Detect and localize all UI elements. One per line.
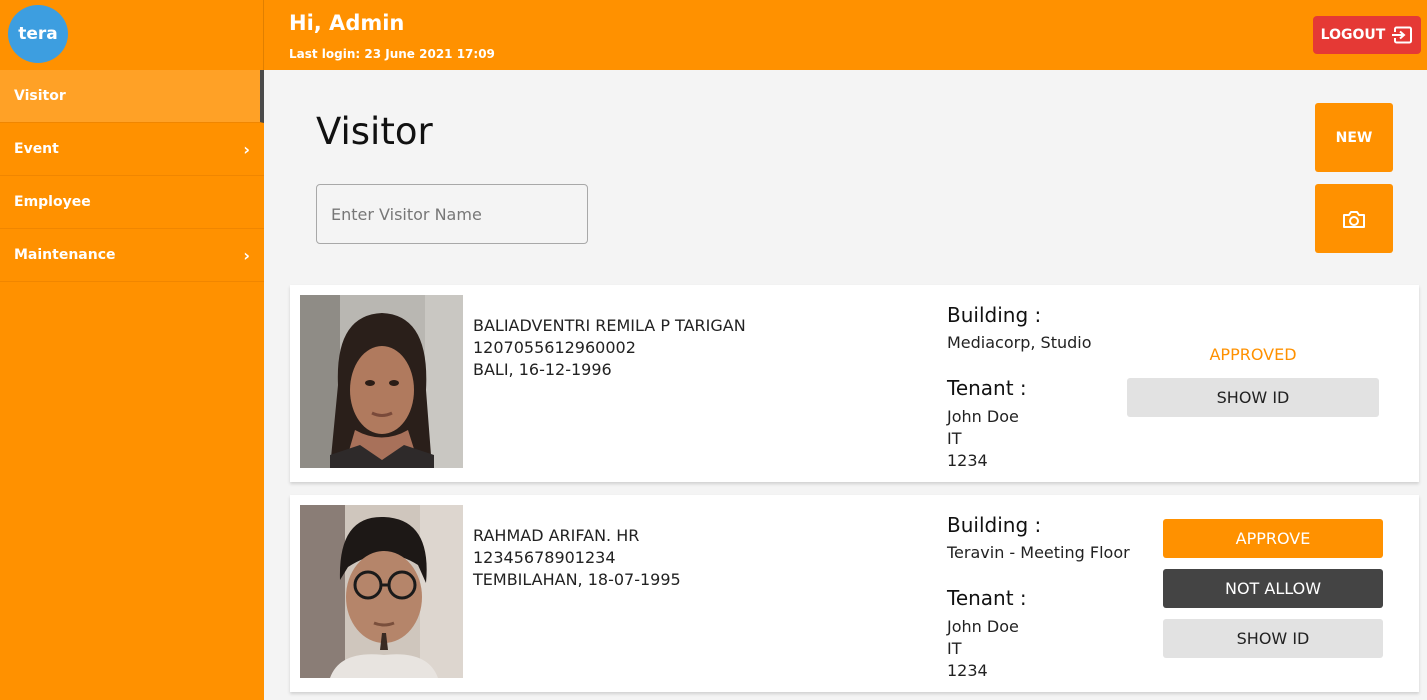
tenant-dept: IT [947, 429, 962, 448]
sidebar-item-event[interactable]: Event › [0, 123, 264, 176]
sidebar-item-label: Employee [14, 194, 91, 210]
visitor-search-input[interactable] [316, 184, 588, 244]
main-content: Visitor NEW BALIADVENTRI REMILA P [264, 70, 1427, 700]
sidebar: Visitor Event › Employee Maintenance › [0, 70, 264, 700]
last-login: Last login: 23 June 2021 17:09 [289, 47, 495, 61]
visitor-info: BALIADVENTRI REMILA P TARIGAN 1207055612… [473, 315, 746, 381]
building-value: Mediacorp, Studio [947, 333, 1092, 352]
show-id-button[interactable]: SHOW ID [1163, 619, 1383, 658]
tenant-name: John Doe [947, 407, 1019, 426]
page-title: Visitor [316, 110, 433, 153]
show-id-button[interactable]: SHOW ID [1127, 378, 1379, 417]
tenant-dept: IT [947, 639, 962, 658]
visitor-photo [300, 505, 463, 678]
visitor-name: RAHMAD ARIFAN. HR [473, 526, 640, 545]
building-label: Building : [947, 303, 1042, 327]
approve-button[interactable]: APPROVE [1163, 519, 1383, 558]
sidebar-item-employee[interactable]: Employee [0, 176, 264, 229]
visitor-card: BALIADVENTRI REMILA P TARIGAN 1207055612… [290, 285, 1419, 482]
camera-icon [1343, 210, 1365, 228]
visitor-photo [300, 295, 463, 468]
tenant-value: John Doe IT 1234 [947, 406, 1019, 472]
visitor-id-number: 1207055612960002 [473, 338, 636, 357]
status-badge: APPROVED [1209, 345, 1297, 364]
visitor-name: BALIADVENTRI REMILA P TARIGAN [473, 316, 746, 335]
visitor-card: RAHMAD ARIFAN. HR 12345678901234 TEMBILA… [290, 495, 1419, 692]
sidebar-item-label: Maintenance [14, 247, 116, 263]
greeting: Hi, Admin [289, 11, 405, 35]
tenant-ext: 1234 [947, 451, 988, 470]
not-allow-button[interactable]: NOT ALLOW [1163, 569, 1383, 608]
tenant-ext: 1234 [947, 661, 988, 680]
logout-button[interactable]: LOGOUT [1313, 16, 1421, 54]
sidebar-item-label: Event [14, 141, 59, 157]
chevron-right-icon: › [243, 140, 250, 159]
tenant-label: Tenant : [947, 376, 1027, 400]
sidebar-item-label: Visitor [14, 88, 66, 104]
chevron-right-icon: › [243, 246, 250, 265]
sidebar-item-maintenance[interactable]: Maintenance › [0, 229, 264, 282]
tera-logo[interactable]: tera [8, 5, 68, 63]
header: Hi, Admin Last login: 23 June 2021 17:09… [264, 0, 1427, 70]
visitor-info: RAHMAD ARIFAN. HR 12345678901234 TEMBILA… [473, 525, 681, 591]
building-value: Teravin - Meeting Floor [947, 543, 1130, 562]
visitor-birth: BALI, 16-12-1996 [473, 360, 612, 379]
logout-icon [1392, 26, 1413, 44]
tenant-label: Tenant : [947, 586, 1027, 610]
visitor-birth: TEMBILAHAN, 18-07-1995 [473, 570, 681, 589]
logout-label: LOGOUT [1320, 27, 1386, 43]
brand-area: tera [0, 0, 264, 70]
camera-button[interactable] [1315, 184, 1393, 253]
visitor-id-number: 12345678901234 [473, 548, 616, 567]
sidebar-item-visitor[interactable]: Visitor [0, 70, 264, 123]
building-label: Building : [947, 513, 1042, 537]
new-visitor-button[interactable]: NEW [1315, 103, 1393, 172]
tenant-name: John Doe [947, 617, 1019, 636]
tenant-value: John Doe IT 1234 [947, 616, 1019, 682]
